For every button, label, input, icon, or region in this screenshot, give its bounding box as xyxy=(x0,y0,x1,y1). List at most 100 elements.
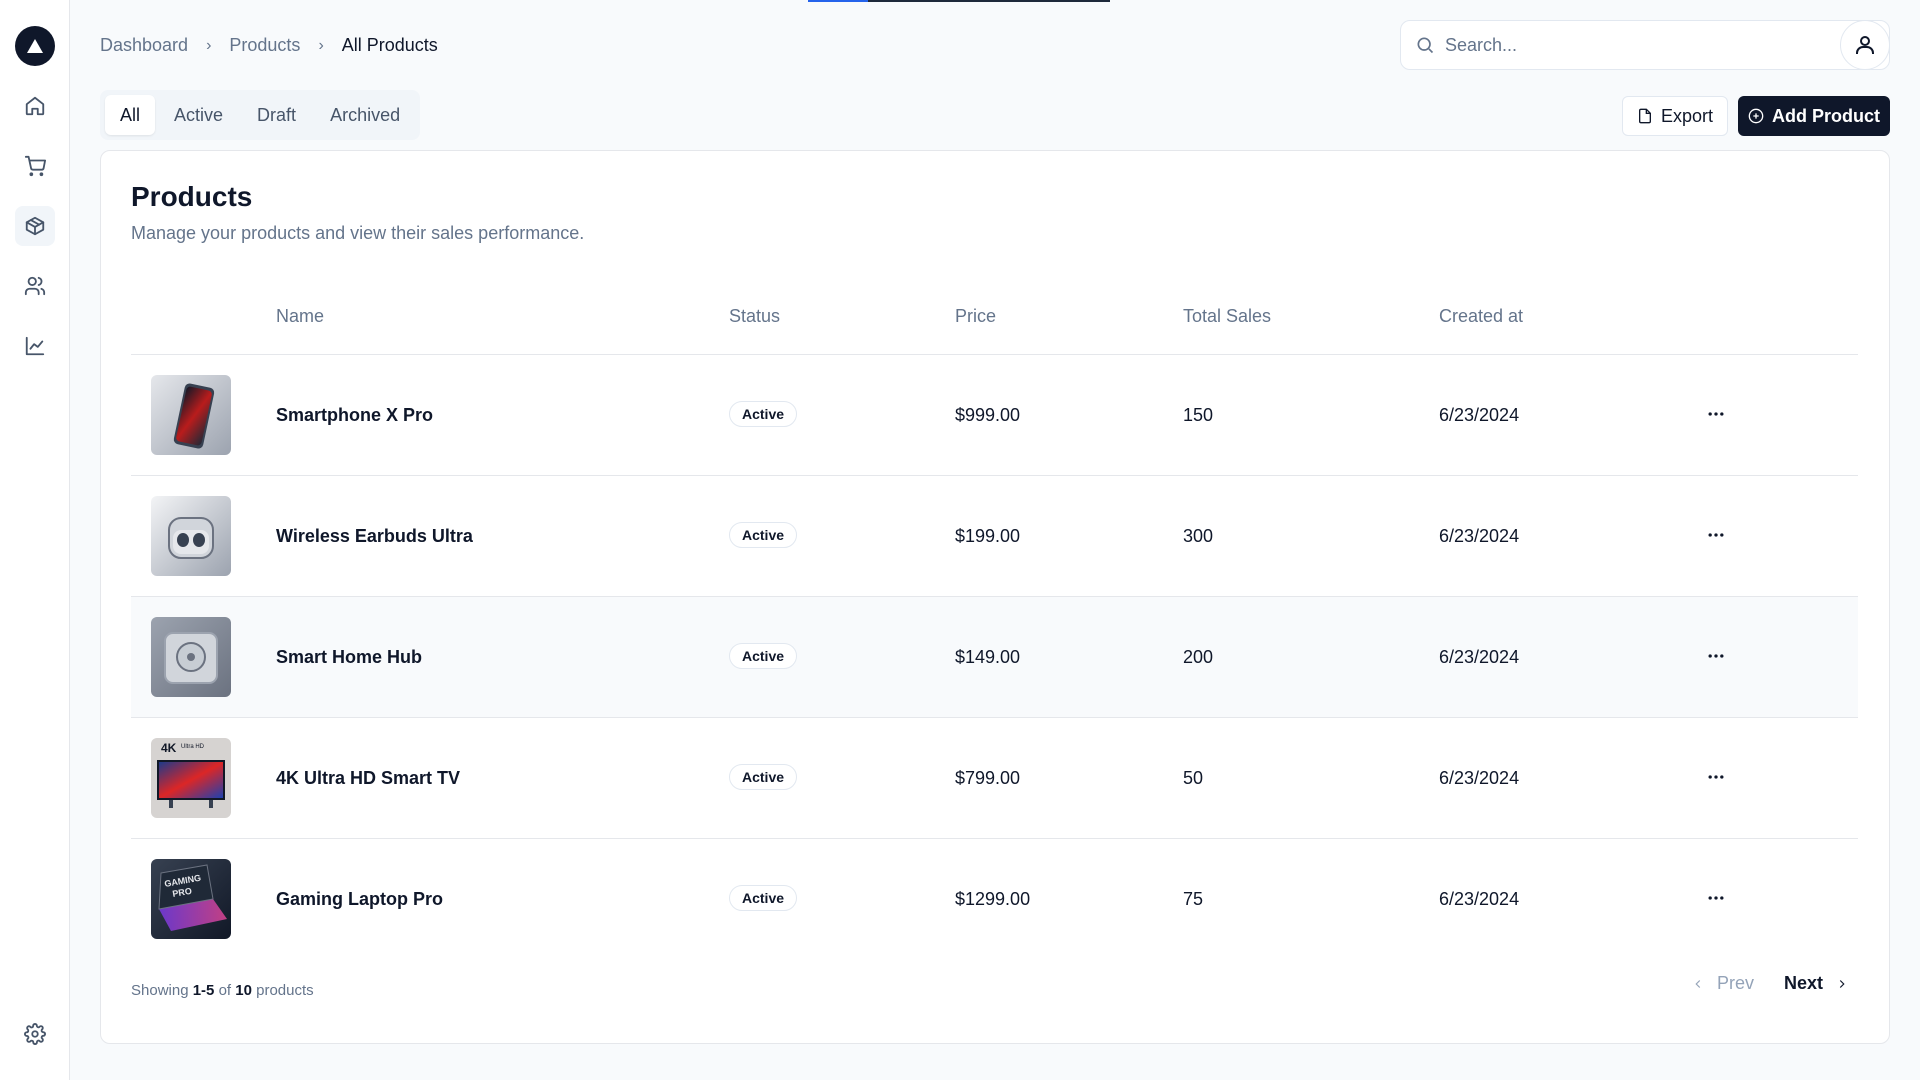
app: Dashboard › Products › All Products All … xyxy=(0,0,1920,1080)
status-cell: Active xyxy=(729,764,798,790)
breadcrumb-separator-icon: › xyxy=(206,36,212,54)
table-row[interactable]: Wireless Earbuds Ultra Active $199.00 30… xyxy=(131,476,1858,597)
page-title: Products xyxy=(131,181,253,212)
next-page-button[interactable]: Next xyxy=(1784,973,1849,994)
status-badge: Active xyxy=(729,401,798,427)
pagination-summary: Showing 1-5 of 10 products xyxy=(131,982,314,999)
tv-thumb-sub-label: Ultra HD xyxy=(181,744,205,750)
products-table: Name Status Price Total Sales Created at xyxy=(131,281,1858,960)
user-icon xyxy=(1856,36,1874,54)
status-cell: Active xyxy=(729,522,798,548)
sidebar-nav xyxy=(14,86,55,366)
search-input[interactable] xyxy=(1445,34,1865,56)
user-menu-button[interactable] xyxy=(1840,20,1890,70)
tab-active[interactable]: Active xyxy=(159,95,238,135)
chevron-right-icon xyxy=(1839,979,1845,988)
breadcrumb-separator-icon: › xyxy=(318,36,324,54)
product-name: Smartphone X Pro xyxy=(276,405,434,425)
product-total-sales: 200 xyxy=(1183,647,1214,667)
search-icon xyxy=(1417,37,1434,54)
showing-prefix: Showing xyxy=(131,982,189,999)
product-created-at: 6/23/2024 xyxy=(1439,889,1520,909)
logo[interactable] xyxy=(14,26,55,66)
header-status: Status xyxy=(729,306,781,326)
product-name: Gaming Laptop Pro xyxy=(276,889,444,909)
chart-icon xyxy=(25,336,44,356)
product-price: $199.00 xyxy=(955,526,1021,546)
status-cell: Active xyxy=(729,643,798,669)
showing-of: of xyxy=(218,982,232,999)
table-row[interactable]: Smartphone X Pro Active $999.00 150 6/23… xyxy=(131,355,1858,476)
sidebar-item-analytics[interactable] xyxy=(15,326,55,366)
sidebar-item-settings[interactable] xyxy=(15,1014,55,1054)
status-cell: Active xyxy=(729,401,798,427)
product-image-smartphone xyxy=(151,375,231,455)
export-label: Export xyxy=(1660,105,1714,126)
product-image-tv: 4K Ultra HD xyxy=(151,738,231,818)
users-icon xyxy=(24,276,45,296)
breadcrumb-products[interactable]: Products xyxy=(229,35,300,56)
breadcrumb-current: All Products xyxy=(341,35,438,55)
package-icon xyxy=(25,216,44,236)
product-created-at: 6/23/2024 xyxy=(1439,526,1520,546)
next-label: Next xyxy=(1783,973,1823,993)
sidebar xyxy=(0,0,70,1080)
more-horizontal-icon xyxy=(1708,533,1724,537)
row-actions-button[interactable] xyxy=(1701,883,1731,913)
header-created-at: Created at xyxy=(1439,306,1524,326)
prev-page-button[interactable]: Prev xyxy=(1691,973,1754,994)
status-badge: Active xyxy=(729,764,798,790)
product-total-sales: 150 xyxy=(1183,405,1214,425)
table-row[interactable]: GAMING PRO Gaming Laptop Pro Active $129… xyxy=(131,839,1858,960)
more-horizontal-icon xyxy=(1708,896,1724,900)
product-total-sales: 75 xyxy=(1183,889,1204,909)
cart-icon xyxy=(24,155,46,177)
export-button[interactable]: Export xyxy=(1622,96,1728,136)
status-badge: Active xyxy=(729,643,798,669)
sidebar-item-customers[interactable] xyxy=(15,266,55,306)
more-horizontal-icon xyxy=(1708,775,1724,779)
more-horizontal-icon xyxy=(1708,412,1724,416)
add-product-label: Add Product xyxy=(1772,105,1880,126)
header: Dashboard › Products › All Products xyxy=(70,0,1920,92)
status-tabs: All Active Draft Archived xyxy=(100,90,421,140)
table-row[interactable]: Smart Home Hub Active $149.00 200 6/23/2… xyxy=(131,597,1858,718)
row-actions-button[interactable] xyxy=(1701,399,1731,429)
table-header: Name Status Price Total Sales Created at xyxy=(131,281,1858,355)
product-price: $799.00 xyxy=(955,768,1021,788)
header-name: Name xyxy=(276,306,325,326)
row-actions-button[interactable] xyxy=(1701,641,1731,671)
product-image-smart-hub xyxy=(151,617,231,697)
table-row[interactable]: 4K Ultra HD 4K Ultra HD Smart TV Active … xyxy=(131,718,1858,839)
product-name: Wireless Earbuds Ultra xyxy=(276,526,473,546)
sidebar-item-products[interactable] xyxy=(14,206,55,246)
prev-label: Prev xyxy=(1716,973,1754,993)
showing-range: 1-5 xyxy=(192,982,215,999)
breadcrumb-dashboard[interactable]: Dashboard xyxy=(100,35,188,56)
tab-all[interactable]: All xyxy=(105,95,156,135)
status-cell: Active xyxy=(729,885,798,911)
product-created-at: 6/23/2024 xyxy=(1439,647,1520,667)
file-icon xyxy=(1638,108,1651,124)
tab-archived[interactable]: Archived xyxy=(315,95,415,135)
product-created-at: 6/23/2024 xyxy=(1439,768,1520,788)
sidebar-item-home[interactable] xyxy=(15,86,55,126)
product-created-at: 6/23/2024 xyxy=(1439,405,1520,425)
row-actions-button[interactable] xyxy=(1701,762,1731,792)
pagination: Prev Next xyxy=(1691,973,1849,994)
product-price: $149.00 xyxy=(955,647,1021,667)
page-description: Manage your products and view their sale… xyxy=(131,223,585,243)
product-image-laptop: GAMING PRO xyxy=(151,859,231,939)
add-product-button[interactable]: Add Product xyxy=(1738,96,1890,136)
search-box[interactable] xyxy=(1400,20,1890,70)
plus-circle-icon xyxy=(1748,108,1764,124)
product-name: 4K Ultra HD Smart TV xyxy=(276,768,461,788)
row-actions-button[interactable] xyxy=(1701,520,1731,550)
gear-icon xyxy=(23,1023,46,1045)
sidebar-item-orders[interactable] xyxy=(15,146,55,186)
header-total-sales: Total Sales xyxy=(1183,306,1272,326)
showing-suffix: products xyxy=(256,982,314,999)
product-total-sales: 50 xyxy=(1183,768,1204,788)
product-total-sales: 300 xyxy=(1183,526,1214,546)
tab-draft[interactable]: Draft xyxy=(242,95,311,135)
